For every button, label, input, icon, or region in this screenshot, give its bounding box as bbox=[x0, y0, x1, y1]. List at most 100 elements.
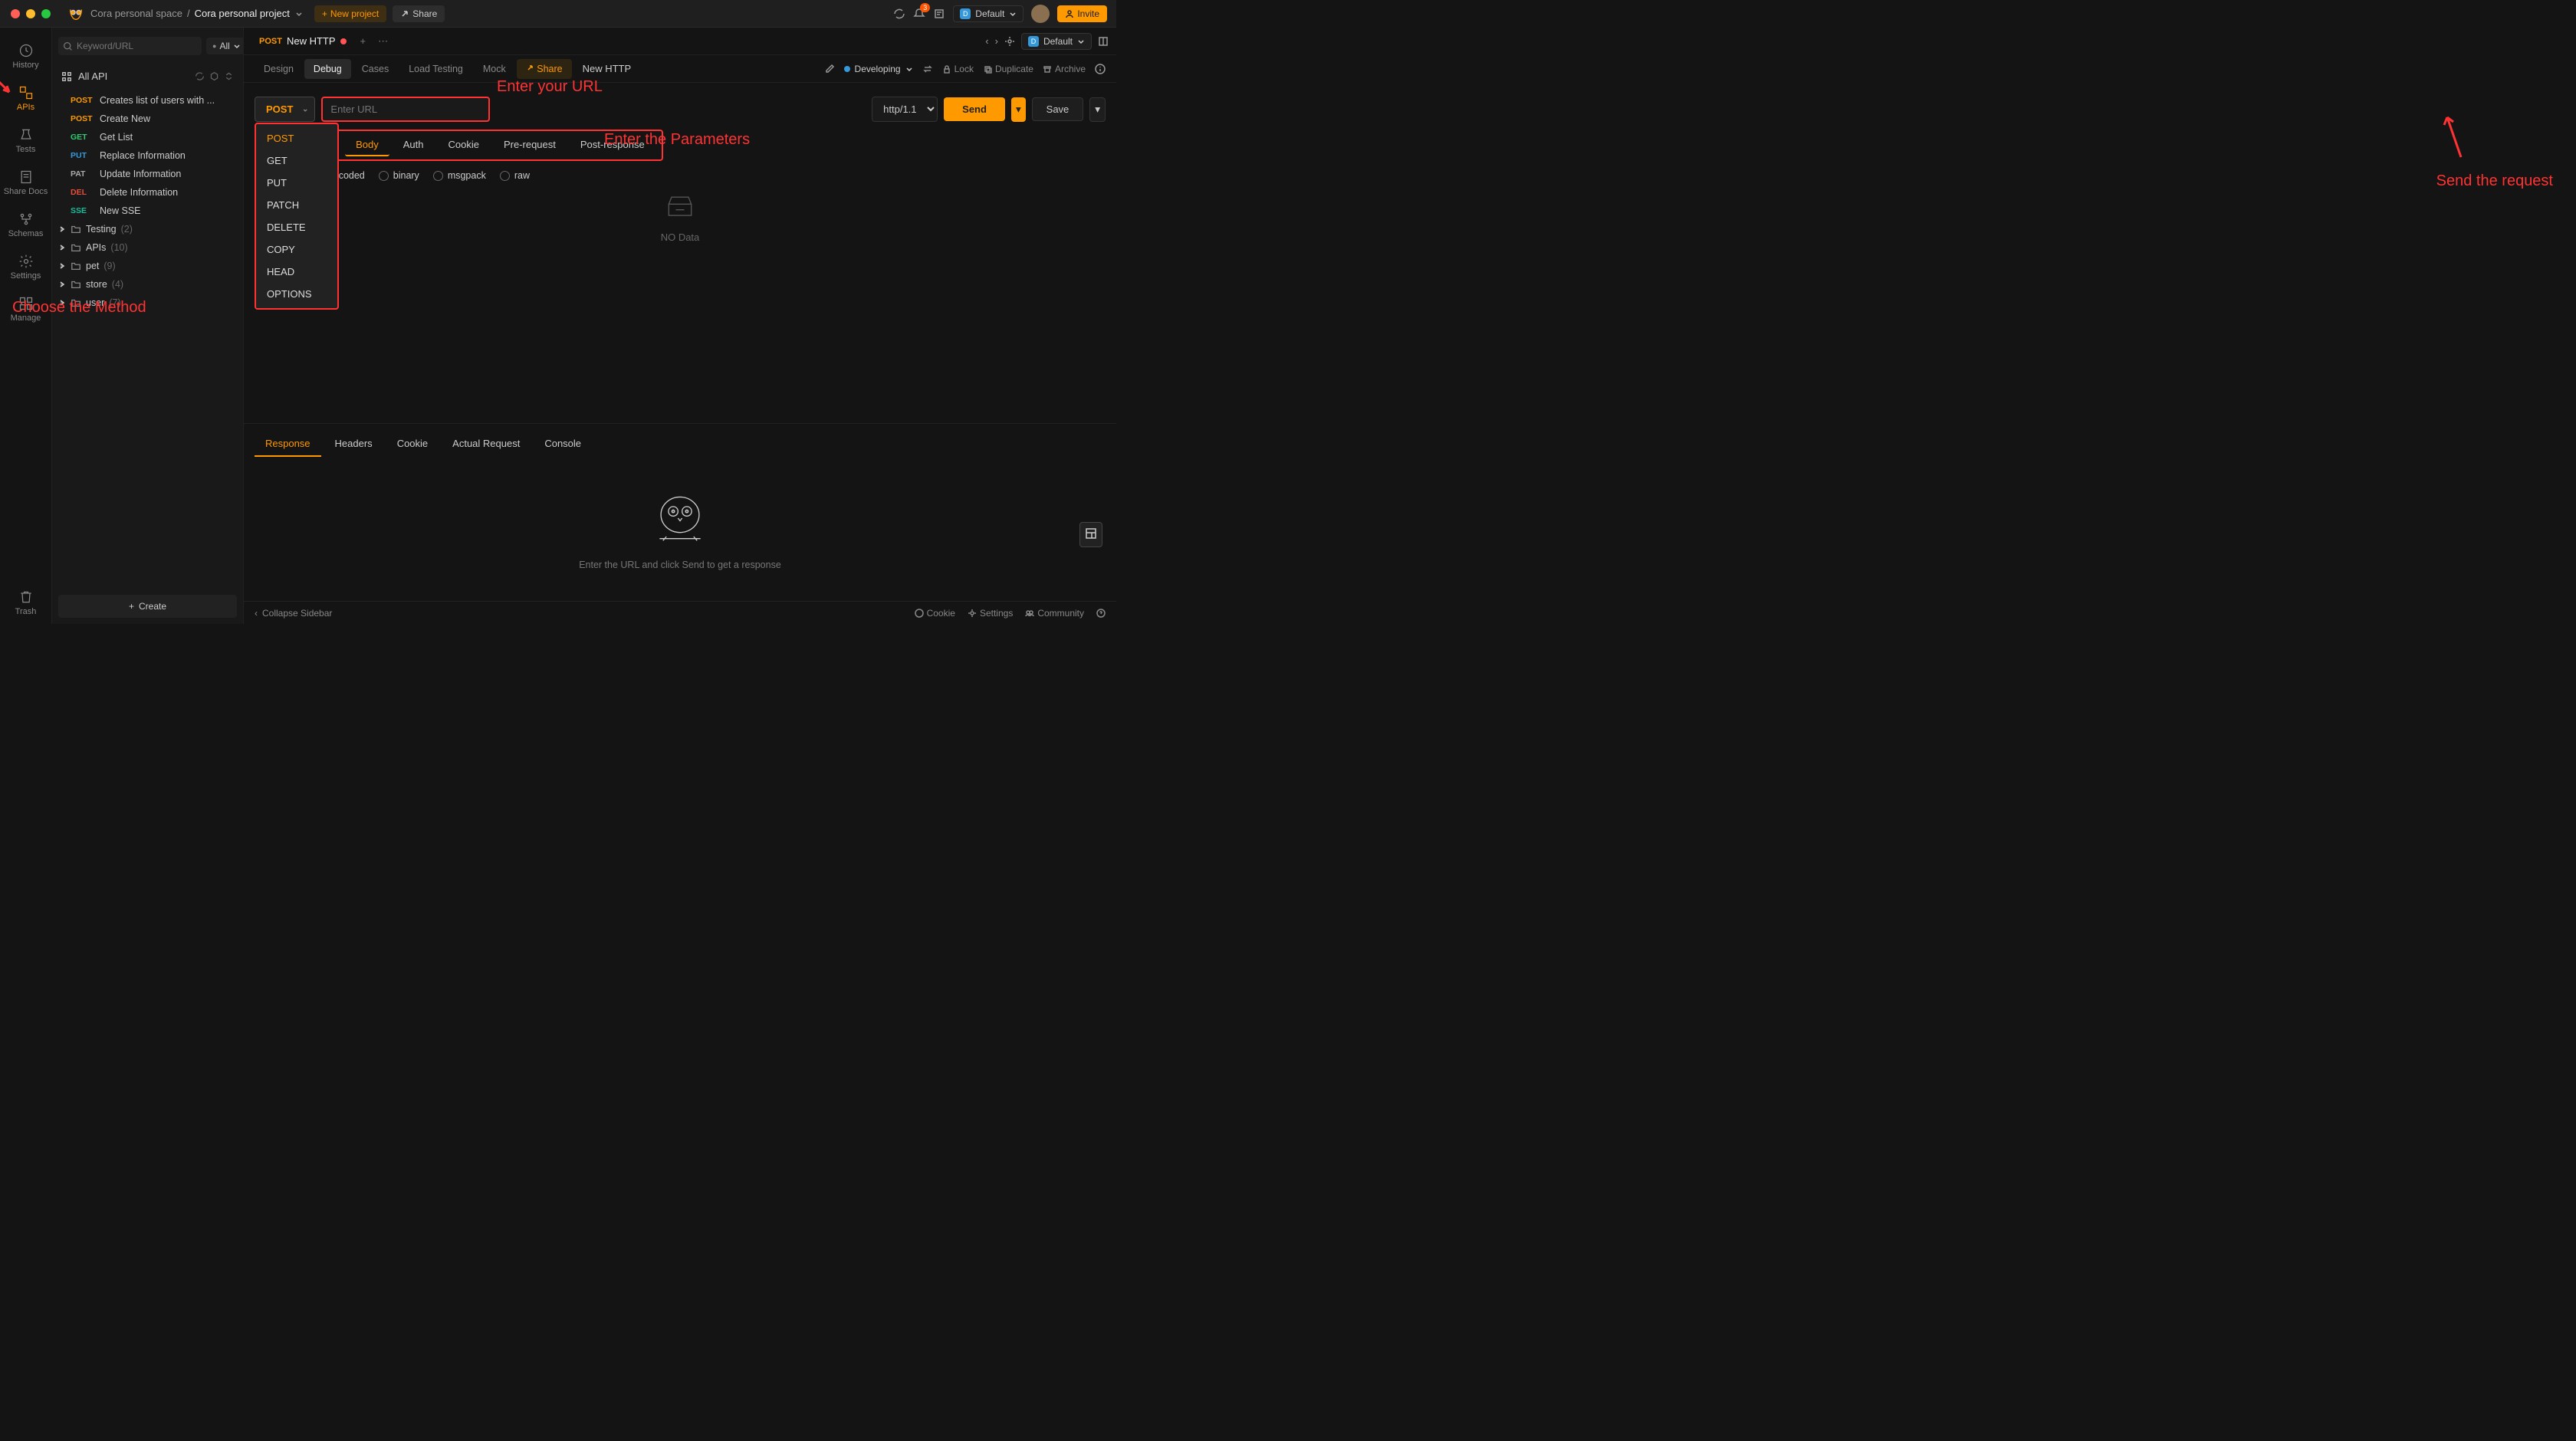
new-tab-button[interactable]: + bbox=[354, 35, 373, 47]
response-tab-console[interactable]: Console bbox=[534, 432, 592, 457]
sort-icon[interactable] bbox=[224, 71, 234, 81]
folder-item[interactable]: user(7) bbox=[52, 294, 243, 312]
notifications-icon[interactable]: 3 bbox=[913, 8, 925, 20]
status-developing[interactable]: Developing bbox=[844, 64, 913, 74]
breadcrumb[interactable]: Cora personal space / Cora personal proj… bbox=[90, 8, 304, 19]
tab-more-button[interactable]: ⋯ bbox=[372, 35, 394, 48]
body-type-msgpack[interactable]: msgpack bbox=[433, 170, 486, 181]
save-button[interactable]: Save bbox=[1032, 97, 1084, 121]
method-option-copy[interactable]: COPY bbox=[256, 238, 337, 261]
param-tab-pre-request[interactable]: Pre-request bbox=[493, 134, 567, 156]
method-option-options[interactable]: OPTIONS bbox=[256, 283, 337, 305]
rail-history[interactable]: History bbox=[0, 35, 51, 77]
param-tab-body[interactable]: Body bbox=[345, 134, 389, 156]
close-window-icon[interactable] bbox=[11, 9, 20, 18]
method-select[interactable]: POST bbox=[255, 97, 315, 122]
env-selector[interactable]: D Default bbox=[1021, 33, 1092, 50]
panel-layout-button[interactable] bbox=[1079, 522, 1102, 547]
rail-schemas[interactable]: Schemas bbox=[0, 204, 51, 246]
env-selector-top[interactable]: D Default bbox=[953, 5, 1024, 22]
refresh-icon[interactable] bbox=[195, 71, 205, 81]
notes-icon[interactable] bbox=[933, 8, 945, 20]
archive-link[interactable]: Archive bbox=[1043, 64, 1086, 74]
info-icon[interactable] bbox=[1095, 64, 1106, 74]
folder-item[interactable]: pet(9) bbox=[52, 257, 243, 275]
duplicate-link[interactable]: Duplicate bbox=[983, 64, 1033, 74]
subtab-cases[interactable]: Cases bbox=[353, 59, 398, 79]
rail-sharedocs[interactable]: Share Docs bbox=[0, 162, 51, 204]
collapse-sidebar-button[interactable]: ‹Collapse Sidebar bbox=[255, 608, 332, 619]
polygon-icon[interactable] bbox=[209, 71, 219, 81]
api-item[interactable]: POSTCreate New bbox=[52, 110, 243, 128]
next-tab-icon[interactable]: › bbox=[995, 35, 998, 47]
method-option-patch[interactable]: PATCH bbox=[256, 194, 337, 216]
sync-icon[interactable] bbox=[893, 8, 905, 20]
gear-icon[interactable] bbox=[1004, 36, 1015, 47]
method-option-post[interactable]: POST bbox=[256, 127, 337, 149]
new-project-button[interactable]: +New project bbox=[314, 5, 386, 22]
swap-icon[interactable] bbox=[922, 64, 933, 74]
folder-item[interactable]: store(4) bbox=[52, 275, 243, 294]
param-tab-post-response[interactable]: Post-response bbox=[570, 134, 656, 156]
subtab-share[interactable]: Share bbox=[517, 59, 572, 79]
avatar[interactable] bbox=[1031, 5, 1050, 23]
response-tab-actual-request[interactable]: Actual Request bbox=[442, 432, 531, 457]
edit-title-icon[interactable] bbox=[824, 64, 835, 74]
maximize-window-icon[interactable] bbox=[41, 9, 51, 18]
rail-tests[interactable]: Tests bbox=[0, 120, 51, 162]
api-item[interactable]: GETGet List bbox=[52, 128, 243, 146]
lock-link[interactable]: Lock bbox=[942, 64, 974, 74]
layout-icon[interactable] bbox=[1098, 36, 1109, 47]
api-name: Replace Information bbox=[100, 150, 186, 161]
subtab-mock[interactable]: Mock bbox=[474, 59, 515, 79]
response-tab-headers[interactable]: Headers bbox=[324, 432, 383, 457]
send-button[interactable]: Send bbox=[944, 97, 1005, 121]
response-tab-cookie[interactable]: Cookie bbox=[386, 432, 439, 457]
url-input[interactable] bbox=[321, 97, 490, 122]
rail-manage[interactable]: Manage bbox=[0, 288, 51, 330]
rail-trash[interactable]: Trash bbox=[0, 582, 51, 624]
api-item[interactable]: DELDelete Information bbox=[52, 183, 243, 202]
method-tag: POST bbox=[71, 96, 94, 105]
param-tab-cookie[interactable]: Cookie bbox=[437, 134, 489, 156]
rail-apis[interactable]: APIs bbox=[0, 77, 51, 120]
method-option-head[interactable]: HEAD bbox=[256, 261, 337, 283]
share-button[interactable]: Share bbox=[393, 5, 445, 22]
subtab-load[interactable]: Load Testing bbox=[399, 59, 472, 79]
folder-item[interactable]: Testing(2) bbox=[52, 220, 243, 238]
subtab-debug[interactable]: Debug bbox=[304, 59, 351, 79]
api-item[interactable]: PATUpdate Information bbox=[52, 165, 243, 183]
param-tab-auth[interactable]: Auth bbox=[393, 134, 435, 156]
breadcrumb-space[interactable]: Cora personal space bbox=[90, 8, 182, 19]
invite-button[interactable]: Invite bbox=[1057, 5, 1107, 22]
protocol-select[interactable]: http/1.1 bbox=[872, 97, 938, 122]
breadcrumb-project[interactable]: Cora personal project bbox=[195, 8, 290, 19]
filter-all-button[interactable]: All bbox=[206, 38, 247, 54]
create-button[interactable]: +Create bbox=[58, 595, 237, 618]
api-item[interactable]: POSTCreates list of users with ... bbox=[52, 91, 243, 110]
api-item[interactable]: SSENew SSE bbox=[52, 202, 243, 220]
minimize-window-icon[interactable] bbox=[26, 9, 35, 18]
prev-tab-icon[interactable]: ‹ bbox=[985, 35, 988, 47]
send-dropdown-button[interactable]: ▾ bbox=[1011, 97, 1026, 122]
method-option-get[interactable]: GET bbox=[256, 149, 337, 172]
save-dropdown-button[interactable]: ▾ bbox=[1089, 97, 1106, 122]
subtab-design[interactable]: Design bbox=[255, 59, 303, 79]
rail-settings[interactable]: Settings bbox=[0, 246, 51, 288]
bottom-cookie[interactable]: Cookie bbox=[915, 608, 955, 619]
request-tab[interactable]: POST New HTTP bbox=[251, 35, 354, 47]
method-option-delete[interactable]: DELETE bbox=[256, 216, 337, 238]
bottom-help[interactable] bbox=[1096, 608, 1106, 619]
body-type-binary[interactable]: binary bbox=[379, 170, 419, 181]
body-type-raw[interactable]: raw bbox=[500, 170, 530, 181]
api-item[interactable]: PUTReplace Information bbox=[52, 146, 243, 165]
method-option-put[interactable]: PUT bbox=[256, 172, 337, 194]
method-dropdown[interactable]: POSTGETPUTPATCHDELETECOPYHEADOPTIONS bbox=[255, 123, 339, 310]
folder-item[interactable]: APIs(10) bbox=[52, 238, 243, 257]
search-input[interactable] bbox=[58, 37, 202, 55]
all-api-row[interactable]: All API bbox=[52, 64, 243, 88]
bottom-settings[interactable]: Settings bbox=[968, 608, 1013, 619]
chevron-down-icon[interactable] bbox=[294, 9, 304, 18]
bottom-community[interactable]: Community bbox=[1025, 608, 1084, 619]
response-tab-response[interactable]: Response bbox=[255, 432, 321, 457]
